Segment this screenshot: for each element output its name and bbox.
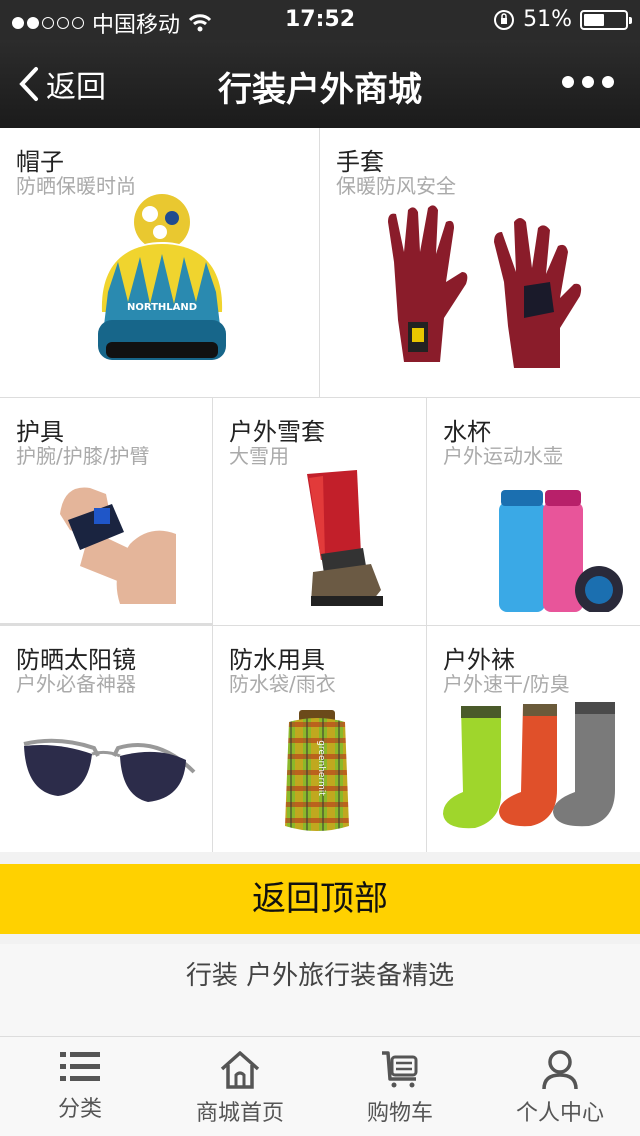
- gloves-image: [388, 205, 582, 368]
- more-icon[interactable]: [562, 76, 614, 88]
- category-socks[interactable]: 户外袜 户外速干/防臭: [427, 626, 640, 852]
- footer-tagline: 行装 户外旅行装备精选: [0, 944, 640, 1036]
- battery-label: 51%: [523, 7, 572, 32]
- tab-profile[interactable]: 个人中心: [480, 1037, 640, 1136]
- category-subtitle: 户外速干/防臭: [443, 672, 570, 696]
- rotation-lock-icon: [494, 9, 515, 30]
- category-waterproof[interactable]: 防水用具 防水袋/雨衣 greenhermit: [213, 626, 427, 852]
- back-to-top-button[interactable]: 返回顶部: [0, 864, 640, 934]
- category-gaiters[interactable]: 户外雪套 大雪用: [213, 398, 427, 626]
- water-bottles-image: [499, 490, 623, 612]
- list-icon: [60, 1052, 100, 1081]
- category-protective-gear[interactable]: 护具 护腕/护膝/护臂: [0, 398, 213, 626]
- tab-label: 个人中心: [515, 1101, 604, 1126]
- nav-bar: 返回 行装户外商城: [0, 40, 640, 128]
- beanie-image: NORTHLAND: [98, 194, 226, 360]
- page-title: 行装户外商城: [218, 70, 422, 110]
- category-subtitle: 防水袋/雨衣: [229, 672, 336, 696]
- user-icon: [542, 1050, 578, 1089]
- tab-cart[interactable]: 购物车: [320, 1037, 480, 1136]
- category-subtitle: 保暖防风安全: [336, 174, 456, 198]
- bag-brand-label: greenhermit: [316, 740, 326, 796]
- tab-categories[interactable]: 分类: [0, 1037, 160, 1136]
- category-bottles[interactable]: 水杯 户外运动水壶: [427, 398, 640, 626]
- category-subtitle: 护腕/护膝/护臂: [16, 444, 150, 468]
- tab-home[interactable]: 商城首页: [160, 1037, 320, 1136]
- category-subtitle: 户外运动水壶: [443, 444, 563, 468]
- status-bar: 中国移动 17:52 51%: [0, 0, 640, 40]
- battery-icon: [580, 9, 632, 30]
- socks-image: [443, 702, 615, 829]
- tab-label: 购物车: [366, 1101, 433, 1126]
- category-hats[interactable]: 帽子 防晒保暖时尚 NORTHLAND: [0, 128, 320, 398]
- dry-bag-image: greenhermit: [285, 710, 349, 831]
- home-icon: [220, 1051, 260, 1089]
- wrist-brace-image: [60, 487, 176, 604]
- category-gloves[interactable]: 手套 保暖防风安全: [320, 128, 640, 398]
- status-right: 51%: [493, 7, 632, 32]
- category-sunglasses[interactable]: 防晒太阳镜 户外必备神器: [0, 626, 213, 852]
- category-subtitle: 户外必备神器: [16, 672, 136, 696]
- category-subtitle: 大雪用: [229, 444, 289, 468]
- hat-brand-label: NORTHLAND: [127, 302, 197, 313]
- tab-label: 商城首页: [195, 1101, 284, 1126]
- tab-bar: 分类 商城首页 购物车 个人中心: [0, 1036, 640, 1136]
- cart-icon: [382, 1051, 418, 1088]
- tab-label: 分类: [57, 1097, 102, 1122]
- sunglasses-image: [23, 738, 196, 802]
- gaiter-image: [307, 470, 383, 606]
